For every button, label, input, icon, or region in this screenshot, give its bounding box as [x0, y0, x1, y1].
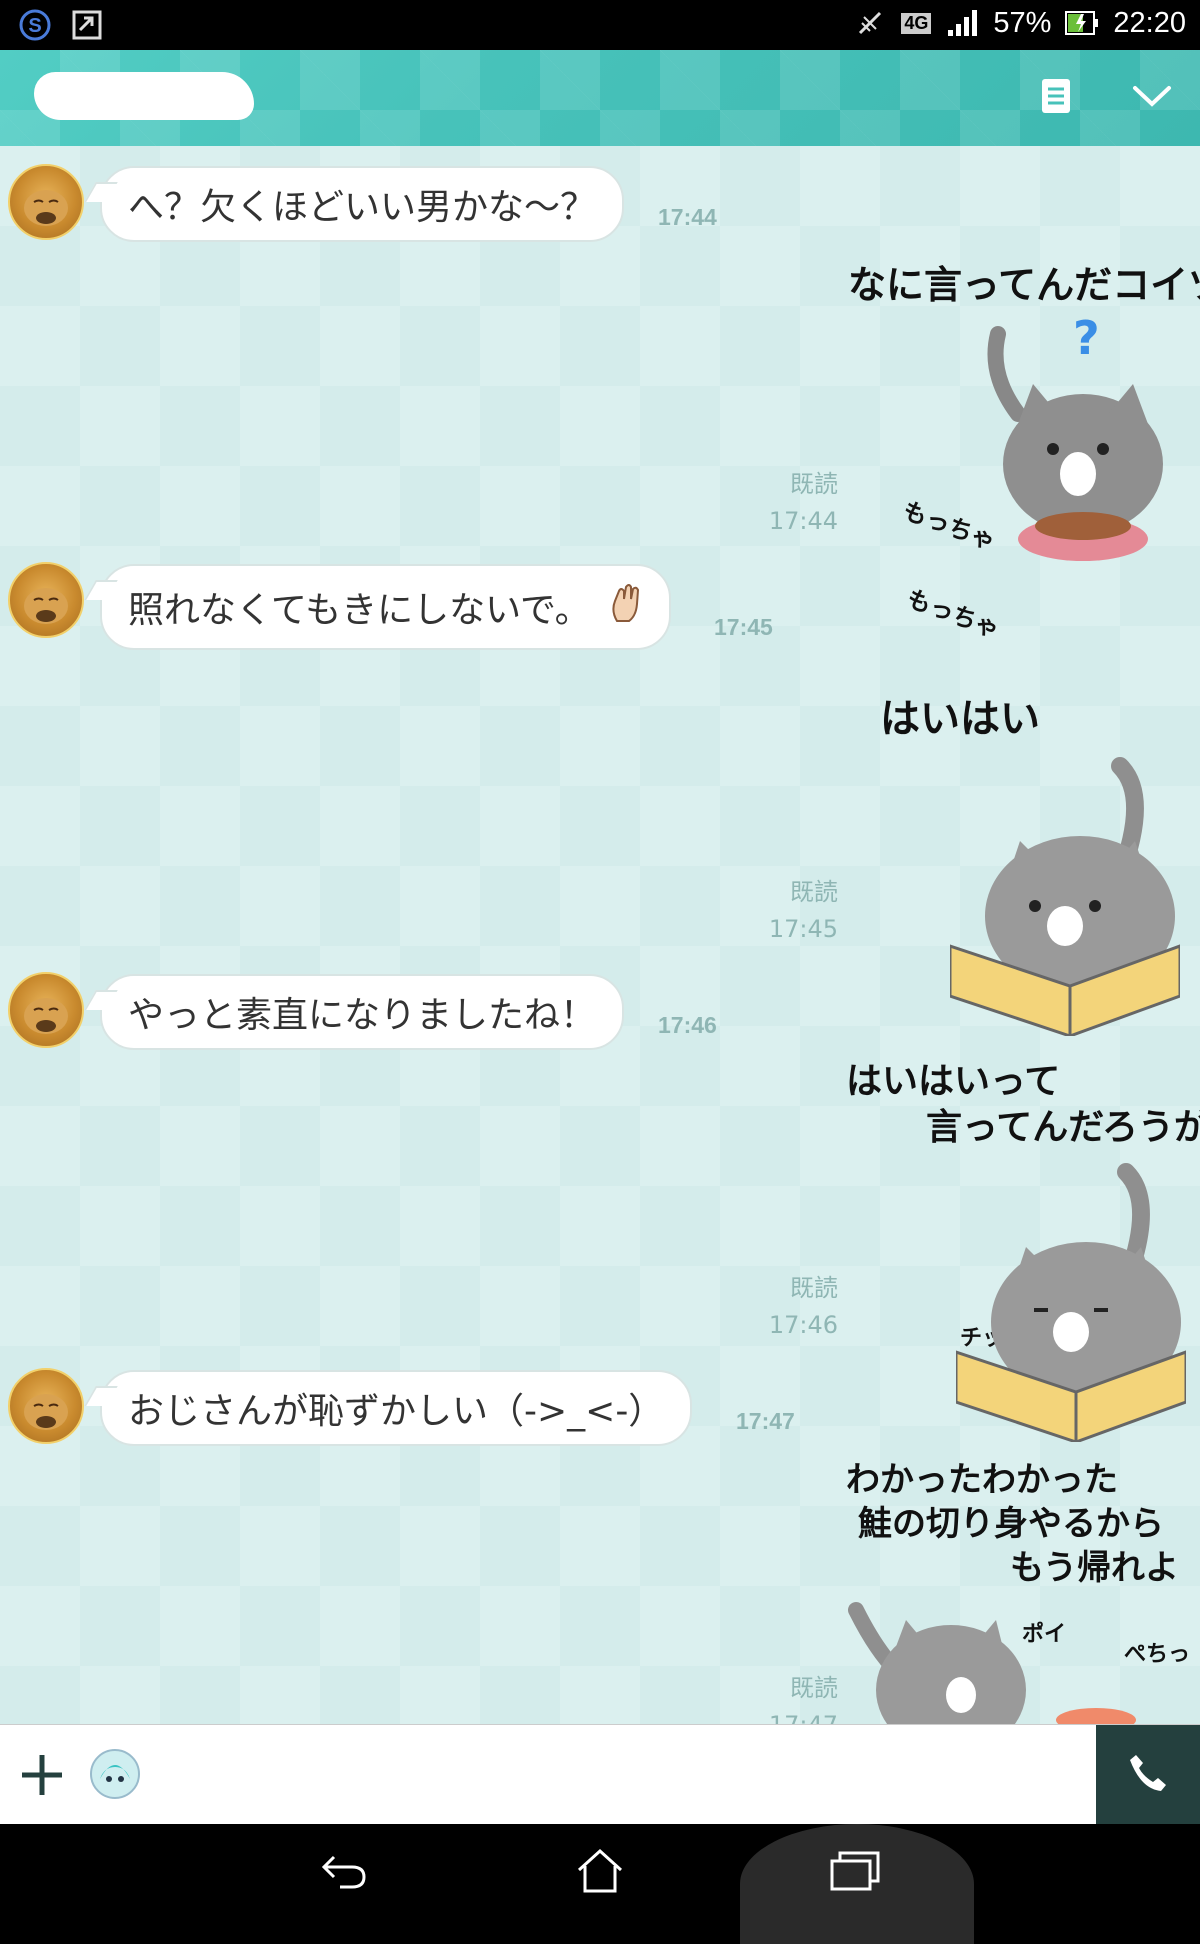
message-time: 17:45 [714, 614, 773, 640]
read-label: 既読 [790, 1274, 838, 1302]
message-input[interactable] [160, 1745, 1064, 1807]
back-icon [320, 1851, 370, 1895]
sticker-cat-annoyed[interactable]: はいはいって 言ってんだろうが チッ [846, 1052, 1200, 1502]
read-receipt: 既読 17:45 [748, 874, 838, 948]
sticker-caption-line: 鮭の切り身やるから [858, 1504, 1164, 1544]
svg-text:S: S [28, 15, 41, 37]
sticker-caption: なに言ってんだコイツ [848, 263, 1200, 307]
sticker-caption-line: もう帰れよ [1010, 1548, 1179, 1588]
notes-icon [1041, 78, 1071, 118]
read-label: 既読 [790, 878, 838, 906]
message-time: 17:47 [736, 1408, 795, 1434]
navigation-bar [0, 1824, 1200, 1944]
cat-illustration [950, 757, 1180, 1036]
message-time: 17:46 [768, 1311, 838, 1339]
read-label: 既読 [790, 1674, 838, 1702]
avatar[interactable] [8, 164, 84, 240]
plus-icon[interactable] [20, 1753, 64, 1801]
sticker-caption: はいはい [880, 696, 1040, 742]
mute-vibrate-icon [853, 6, 887, 40]
message-bubble[interactable]: 照れなくてもきにしないで。 [100, 564, 671, 650]
avatar[interactable] [8, 972, 84, 1048]
recents-button[interactable] [820, 1838, 890, 1908]
home-icon [575, 1848, 625, 1898]
chat-area[interactable]: へ？欠くほどいい男かな～？ 17:44 既読 17:44 なに言ってんだコイツ … [0, 146, 1200, 1724]
chat-header [0, 50, 1200, 146]
collapse-menu-button[interactable] [1124, 70, 1180, 126]
message-bubble[interactable]: やっと素直になりましたね！ [100, 974, 625, 1050]
avatar[interactable] [8, 1368, 84, 1444]
clock: 22:20 [1113, 6, 1186, 39]
call-button[interactable] [1096, 1725, 1200, 1825]
phone-icon [1127, 1752, 1169, 1798]
back-button[interactable] [310, 1838, 380, 1908]
sticker-caption-line: 言ってんだろうが [926, 1107, 1200, 1148]
signal-icon [945, 6, 979, 40]
message-text: 照れなくてもきにしないで。 [128, 590, 591, 631]
home-button[interactable] [565, 1838, 635, 1908]
sticker-extra-text: もっちゃ [903, 584, 1004, 644]
message-time: 17:46 [658, 1012, 717, 1038]
ok-hand-icon [609, 583, 643, 632]
app-s-icon: S [18, 8, 52, 42]
sticker-caption-line: わかったわかった [846, 1460, 1118, 1500]
sticker-avatar-icon[interactable] [90, 1749, 140, 1803]
network-type-label: 4G [901, 12, 932, 34]
status-bar: S 4G 57% 22:20 [0, 0, 1200, 50]
svg-text:?: ? [1073, 314, 1100, 365]
message-time: 17:44 [768, 507, 838, 535]
sticker-cat-fish[interactable]: わかったわかった 鮭の切り身やるから もう帰れよ ポイ ぺちっ [846, 1452, 1196, 1724]
message-time: 17:47 [748, 1707, 838, 1724]
message-text: へ？欠くほどいい男かな～？ [128, 187, 597, 228]
notes-button[interactable] [1028, 70, 1084, 126]
sticker-cat-eating[interactable]: なに言ってんだコイツ もっちゃ もっちゃ ? [848, 254, 1200, 704]
share-icon [70, 8, 104, 42]
chat-title-redacted [34, 72, 254, 120]
message-bubble[interactable]: へ？欠くほどいい男かな～？ [100, 166, 625, 242]
recents-icon [829, 1849, 881, 1897]
message-time: 17:44 [658, 204, 717, 230]
cat-illustration: ? [987, 314, 1163, 561]
read-label: 既読 [790, 470, 838, 498]
cat-illustration [956, 1163, 1186, 1442]
input-bar [0, 1724, 1200, 1825]
read-receipt: 既読 17:44 [748, 466, 838, 540]
chevron-down-icon [1132, 84, 1172, 112]
read-receipt: 既読 17:46 [748, 1270, 838, 1344]
cat-illustration [848, 1602, 1136, 1724]
message-text: やっと素直になりましたね！ [128, 995, 597, 1036]
read-receipt: 既読 17:47 [748, 1670, 838, 1724]
message-time: 17:45 [768, 915, 838, 943]
avatar[interactable] [8, 562, 84, 638]
battery-charging-icon [1065, 6, 1099, 40]
sticker-cat-reading[interactable]: はいはい [870, 686, 1190, 1106]
battery-percent: 57% [993, 6, 1052, 39]
message-text: おじさんが恥ずかしい（->_<-） [128, 1391, 665, 1432]
message-bubble[interactable]: おじさんが恥ずかしい（->_<-） [100, 1370, 693, 1446]
sticker-caption-line: はいはいって [846, 1061, 1061, 1102]
